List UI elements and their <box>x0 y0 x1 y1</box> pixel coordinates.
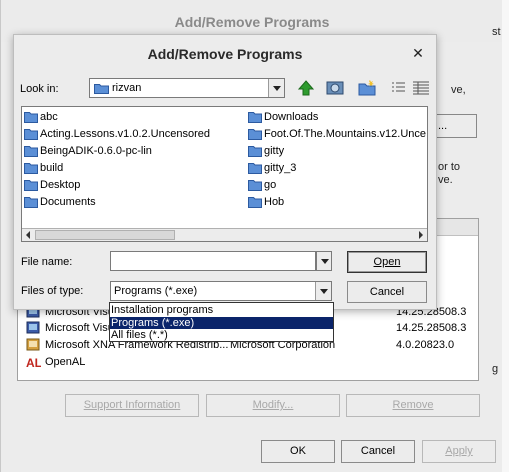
program-version: 14.25.28508.3 <box>396 322 467 334</box>
folder-item[interactable]: gitty_3 <box>246 160 427 177</box>
up-folder-icon[interactable] <box>296 79 316 97</box>
close-icon[interactable]: ✕ <box>411 46 425 60</box>
apply-button[interactable]: Apply <box>422 440 496 463</box>
modify-button[interactable]: Modify... <box>206 394 340 417</box>
file-list[interactable]: abc Acting.Lessons.v1.0.2.Uncensored Bei… <box>21 106 428 242</box>
new-folder-icon[interactable] <box>357 79 377 97</box>
folder-icon <box>248 180 262 191</box>
chevron-down-icon[interactable] <box>268 79 284 97</box>
browse-button-label: ... <box>438 120 448 132</box>
horizontal-scrollbar[interactable] <box>22 228 427 241</box>
file-name-input[interactable] <box>110 251 316 271</box>
folder-item[interactable]: Desktop <box>22 177 244 194</box>
peek-text: ve. <box>438 174 453 186</box>
folder-item[interactable]: gitty <box>246 143 427 160</box>
folder-item[interactable]: Acting.Lessons.v1.0.2.Uncensored <box>22 126 244 143</box>
open-file-dialog: Add/Remove Programs ✕ Look in: rizvan ab… <box>13 34 437 310</box>
program-name: OpenAL <box>45 356 86 368</box>
list-item[interactable]: AL OpenAL <box>26 354 476 371</box>
dropdown-option[interactable]: Installation programs <box>110 304 333 316</box>
files-of-type-value: Programs (*.exe) <box>114 285 198 297</box>
background-edge <box>502 0 509 472</box>
dropdown-option[interactable]: All files (*.*) <box>110 329 333 341</box>
program-icon <box>26 321 40 334</box>
folder-icon <box>248 129 262 140</box>
cancel-dialog-button[interactable]: Cancel <box>347 281 427 303</box>
look-in-label: Look in: <box>20 83 59 95</box>
open-button[interactable]: Open <box>347 251 427 273</box>
folder-icon <box>248 112 262 123</box>
list-view-icon[interactable] <box>389 79 409 97</box>
folder-icon <box>248 197 262 208</box>
scroll-left-icon[interactable] <box>22 229 35 241</box>
peek-text: g <box>492 363 499 375</box>
scrollbar-thumb[interactable] <box>35 230 175 240</box>
program-version: 4.0.20823.0 <box>396 339 455 351</box>
peek-text: ve, <box>451 84 466 96</box>
openal-icon: AL <box>26 356 41 369</box>
files-of-type-label: Files of type: <box>21 285 84 297</box>
browse-button[interactable]: ... <box>433 114 477 138</box>
svg-text:AL: AL <box>26 356 41 369</box>
scroll-right-icon[interactable] <box>414 229 427 241</box>
folder-item[interactable]: abc <box>22 109 244 126</box>
folder-item[interactable]: BeingADIK-0.6.0-pc-lin <box>22 143 244 160</box>
folder-icon <box>24 129 38 140</box>
program-icon <box>26 338 40 351</box>
chevron-down-icon[interactable] <box>316 251 332 271</box>
folder-item[interactable]: Downloads <box>246 109 427 126</box>
look-in-value: rizvan <box>112 82 142 94</box>
folder-icon <box>248 163 262 174</box>
folder-item[interactable]: Documents <box>22 194 244 211</box>
file-name-label: File name: <box>21 256 73 268</box>
dialog-title: Add/Remove Programs <box>147 46 303 62</box>
folder-icon <box>248 146 262 157</box>
details-view-icon[interactable] <box>411 79 431 97</box>
cancel-button[interactable]: Cancel <box>341 440 415 463</box>
folder-item[interactable]: go <box>246 177 427 194</box>
folder-item[interactable]: build <box>22 160 244 177</box>
folder-icon <box>24 112 38 123</box>
folder-icon <box>24 163 38 174</box>
ok-button[interactable]: OK <box>261 440 335 463</box>
folder-icon <box>24 197 38 208</box>
folder-item[interactable]: Foot.Of.The.Mountains.v12.Unce <box>246 126 427 143</box>
peek-text: st <box>492 26 501 38</box>
support-information-button[interactable]: Support Information <box>65 394 199 417</box>
remove-button[interactable]: Remove <box>346 394 480 417</box>
file-name-combobox <box>110 251 332 271</box>
program-name: Microsoft Visu <box>45 322 114 334</box>
look-in-combobox[interactable]: rizvan <box>89 78 285 98</box>
files-of-type-combobox[interactable]: Programs (*.exe) <box>110 281 332 301</box>
folder-icon <box>24 146 38 157</box>
folder-icon <box>24 180 38 191</box>
desktop-icon[interactable] <box>325 79 345 97</box>
dropdown-option-selected[interactable]: Programs (*.exe) <box>110 317 333 329</box>
file-type-dropdown: Installation programs Programs (*.exe) A… <box>109 302 334 342</box>
folder-icon <box>94 84 109 94</box>
peek-text: or to <box>438 161 461 173</box>
folder-item[interactable]: Hob <box>246 194 427 211</box>
chevron-down-icon[interactable] <box>315 282 331 300</box>
